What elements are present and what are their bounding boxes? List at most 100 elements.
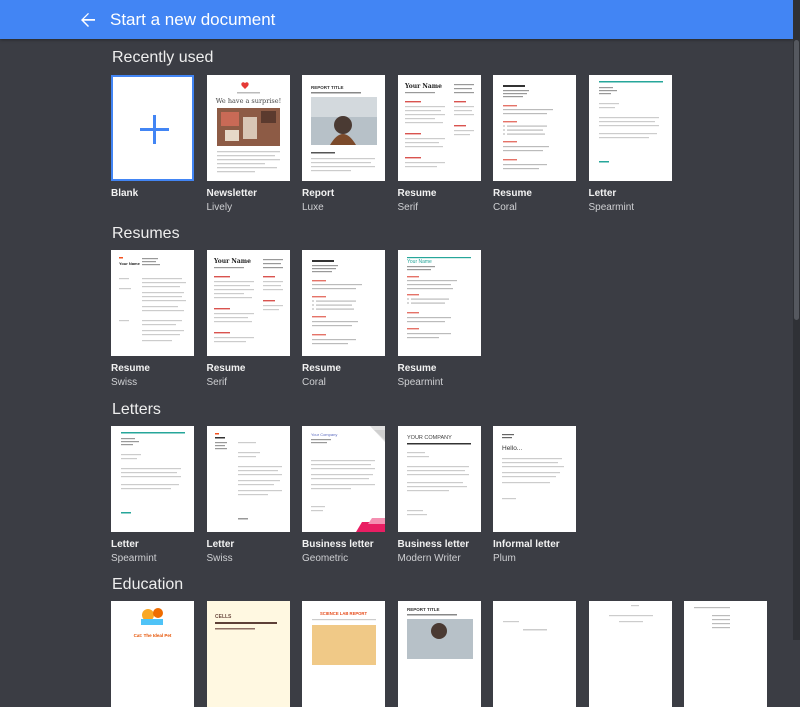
letter-swiss-preview [214, 433, 282, 520]
svg-text:REPORT TITLE: REPORT TITLE [311, 85, 344, 90]
template-thumbnail[interactable] [588, 601, 672, 707]
back-button[interactable] [76, 8, 100, 32]
template-education-cat[interactable]: Cat: The Ideal Pet [111, 601, 194, 707]
template-thumbnail[interactable]: Your Name [397, 75, 481, 181]
svg-text:CELLS: CELLS [215, 614, 232, 620]
template-thumbnail[interactable] [302, 250, 385, 356]
template-style: Spearmint [397, 377, 444, 388]
section-title-education: Education [112, 576, 184, 593]
template-style: Serif [206, 377, 228, 388]
education-preview-7 [694, 607, 730, 629]
template-thumbnail[interactable] [588, 75, 672, 181]
template-thumbnail[interactable] [493, 601, 576, 707]
svg-text:Hello...: Hello... [502, 445, 522, 452]
template-style: Coral [302, 377, 326, 388]
page-title: Start a new document [110, 9, 276, 29]
template-education-report[interactable]: REPORT TITLE [397, 601, 481, 707]
newsletter-preview: We have a surprise! [215, 82, 281, 173]
template-name: Letter [206, 539, 235, 550]
template-thumbnail[interactable]: REPORT TITLE [397, 601, 481, 707]
template-business-letter-modern-writer[interactable]: YOUR COMPANY Business letter Modern Writ… [397, 426, 481, 564]
template-thumbnail[interactable]: We have a surprise! [206, 75, 290, 181]
template-resume-serif[interactable]: Your Name Resume Serif [206, 250, 290, 388]
template-education-7[interactable] [684, 601, 767, 707]
template-style: Swiss [206, 553, 233, 564]
svg-text:We have a surprise!: We have a surprise! [215, 97, 280, 105]
science-lab-preview: SCIENCE LAB REPORT [312, 611, 376, 665]
business-letter-modern-writer-preview: YOUR COMPANY [406, 435, 471, 516]
letters-row: Letter Spearmint Letter Swiss Your Compa… [111, 426, 589, 564]
template-thumbnail[interactable] [111, 426, 194, 532]
template-thumbnail[interactable] [493, 75, 576, 181]
template-style: Plum [493, 553, 516, 564]
template-thumbnail[interactable]: CELLS [206, 601, 290, 707]
template-thumbnail[interactable]: Hello... [493, 426, 576, 532]
education-preview-5 [503, 621, 547, 631]
template-informal-letter-plum[interactable]: Hello... Informal letter Plum [493, 426, 576, 564]
template-name: Report [302, 188, 335, 199]
education-preview-6 [608, 605, 653, 623]
template-resume-spearmint[interactable]: Your Name Resume Spearmint [397, 250, 481, 388]
template-name: Resume [397, 188, 437, 199]
template-thumbnail[interactable] [684, 601, 767, 707]
template-business-letter-geometric[interactable]: Your Company Business letter Geometric [302, 426, 385, 564]
section-title-recently-used: Recently used [112, 49, 214, 66]
resume-serif-preview: Your Name [213, 258, 283, 343]
template-name: Blank [111, 188, 139, 199]
business-letter-geometric-preview: Your Company [311, 426, 385, 532]
resume-spearmint-preview: Your Name [406, 257, 471, 339]
template-thumbnail[interactable]: SCIENCE LAB REPORT [302, 601, 385, 707]
education-row: Cat: The Ideal Pet CELLS SCIENCE LAB REP… [111, 601, 780, 707]
template-resume-swiss[interactable]: Your Name Resume Swiss [111, 250, 194, 388]
resumes-row: Your Name Resume Swiss Your Name Resume … [111, 250, 493, 388]
template-name: Newsletter [206, 188, 258, 199]
template-thumbnail[interactable]: Your Name [397, 250, 481, 356]
template-thumbnail[interactable]: YOUR COMPANY [397, 426, 481, 532]
template-education-cells[interactable]: CELLS [206, 601, 290, 707]
template-education-5[interactable] [493, 601, 576, 707]
scrollbar-thumb[interactable] [794, 40, 799, 320]
template-style: Serif [397, 202, 419, 213]
cells-preview: CELLS [214, 614, 277, 630]
template-thumbnail[interactable] [206, 426, 290, 532]
plus-icon-vertical [153, 115, 156, 144]
template-name: Resume [111, 363, 150, 374]
template-thumbnail[interactable] [111, 75, 194, 181]
svg-text:REPORT TITLE: REPORT TITLE [407, 607, 440, 612]
template-name: Letter [588, 188, 617, 199]
svg-text:YOUR COMPANY: YOUR COMPANY [407, 435, 452, 441]
template-letter-swiss[interactable]: Letter Swiss [206, 426, 290, 564]
education-report-preview: REPORT TITLE [406, 607, 473, 659]
letter-spearmint-preview [121, 432, 185, 514]
template-name: Informal letter [493, 539, 560, 550]
template-education-6[interactable] [588, 601, 672, 707]
resume-coral-preview [503, 85, 553, 170]
letter-spearmint-preview [598, 81, 663, 163]
svg-text:Cat: The Ideal Pet: Cat: The Ideal Pet [134, 633, 172, 638]
informal-letter-plum-preview: Hello... [502, 434, 564, 500]
template-thumbnail[interactable]: Cat: The Ideal Pet [111, 601, 194, 707]
template-resume-coral[interactable]: Resume Coral [493, 75, 576, 213]
svg-text:SCIENCE LAB REPORT: SCIENCE LAB REPORT [320, 611, 367, 616]
template-name: Business letter [302, 539, 374, 550]
template-newsletter-lively[interactable]: We have a surprise! Newsletter Lively [206, 75, 290, 213]
svg-text:Your Company: Your Company [311, 432, 337, 437]
arrow-left-icon [81, 12, 95, 27]
report-preview: REPORT TITLE [311, 85, 377, 172]
template-blank[interactable]: Blank [111, 75, 194, 213]
template-education-science-lab[interactable]: SCIENCE LAB REPORT [302, 601, 385, 707]
template-letter-spearmint[interactable]: Letter Spearmint [588, 75, 672, 213]
template-thumbnail[interactable]: Your Name [206, 250, 290, 356]
template-resume-serif[interactable]: Your Name Resume Serif [397, 75, 481, 213]
template-report-luxe[interactable]: REPORT TITLE Report Luxe [302, 75, 385, 213]
section-title-letters: Letters [112, 401, 161, 418]
svg-text:Your Name: Your Name [119, 261, 141, 266]
top-bar: Start a new document [0, 0, 793, 39]
template-resume-coral[interactable]: Resume Coral [302, 250, 385, 388]
template-thumbnail[interactable]: REPORT TITLE [302, 75, 385, 181]
template-thumbnail[interactable]: Your Name [111, 250, 194, 356]
template-style: Lively [206, 202, 233, 213]
template-letter-spearmint[interactable]: Letter Spearmint [111, 426, 194, 564]
template-thumbnail[interactable]: Your Company [302, 426, 385, 532]
scrollbar[interactable] [793, 0, 800, 640]
